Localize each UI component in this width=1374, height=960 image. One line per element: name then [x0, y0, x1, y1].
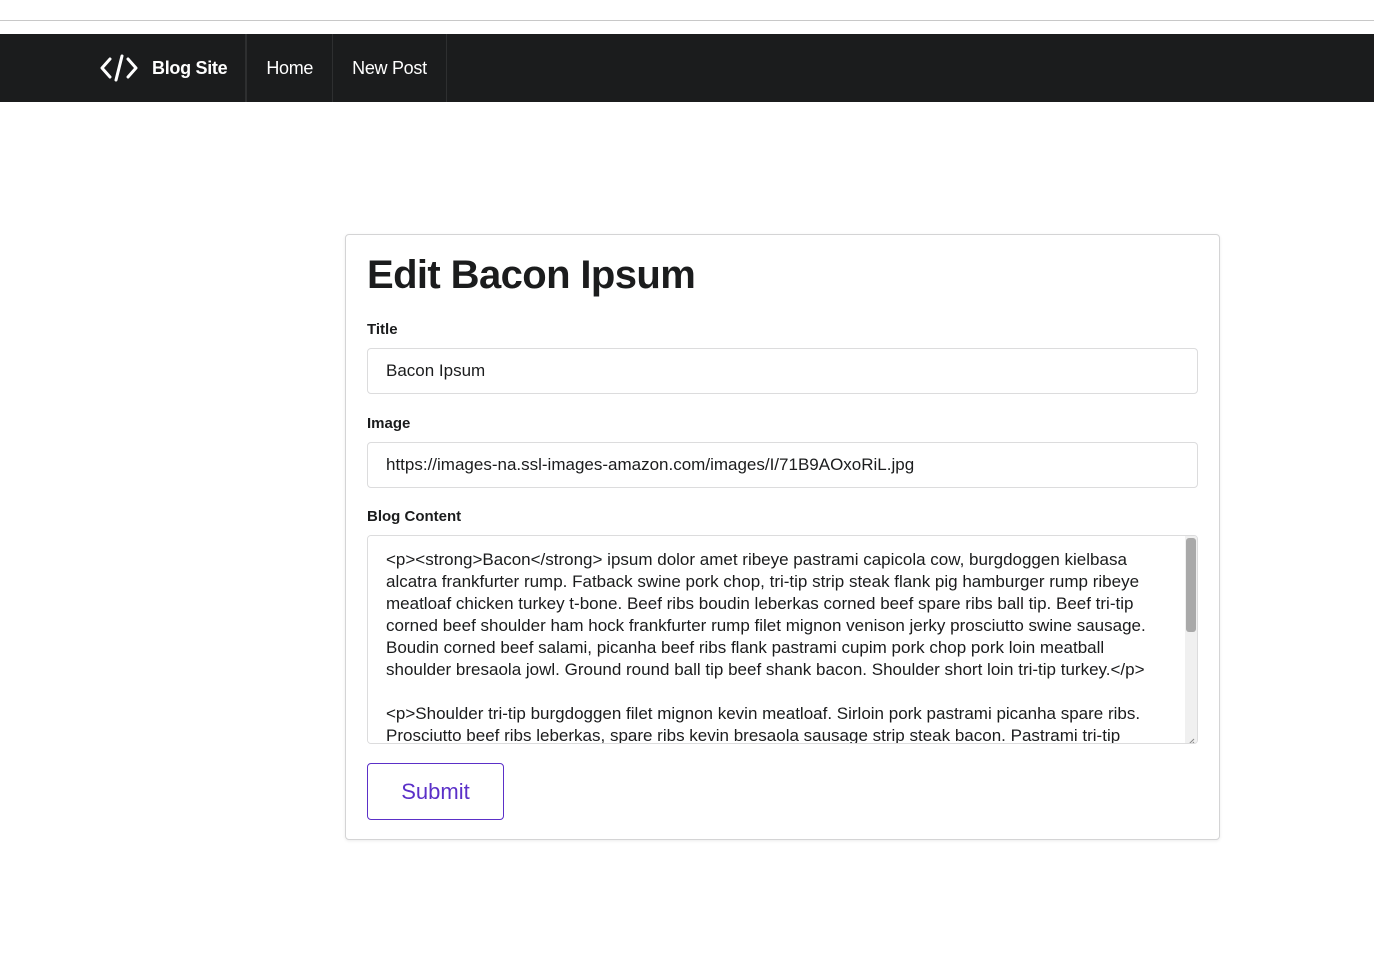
brand-link[interactable]: Blog Site: [100, 34, 247, 102]
blog-content-label: Blog Content: [367, 508, 462, 525]
submit-button[interactable]: Submit: [367, 763, 504, 820]
image-url-input[interactable]: [367, 442, 1198, 488]
title-input[interactable]: [367, 348, 1198, 394]
edit-post-card: Edit Bacon Ipsum Title Image Blog Conten…: [345, 234, 1220, 840]
nav-item-home[interactable]: Home: [246, 34, 334, 102]
image-label: Image: [367, 415, 411, 432]
brand-label: Blog Site: [152, 57, 228, 78]
browser-top-strip: [0, 0, 1374, 21]
blog-content-textarea[interactable]: <p><strong>Bacon</strong> ipsum dolor am…: [368, 536, 1197, 743]
code-icon: [100, 54, 138, 82]
nav-item-new-post[interactable]: New Post: [333, 34, 447, 102]
top-navbar: Blog Site Home New Post: [0, 34, 1374, 102]
scrollbar-thumb[interactable]: [1186, 538, 1196, 632]
blog-content-field: <p><strong>Bacon</strong> ipsum dolor am…: [367, 535, 1198, 744]
page-title: Edit Bacon Ipsum: [367, 253, 696, 297]
textarea-scrollbar[interactable]: [1185, 536, 1197, 743]
resize-grip-icon[interactable]: [1187, 733, 1195, 743]
title-label: Title: [367, 321, 398, 338]
